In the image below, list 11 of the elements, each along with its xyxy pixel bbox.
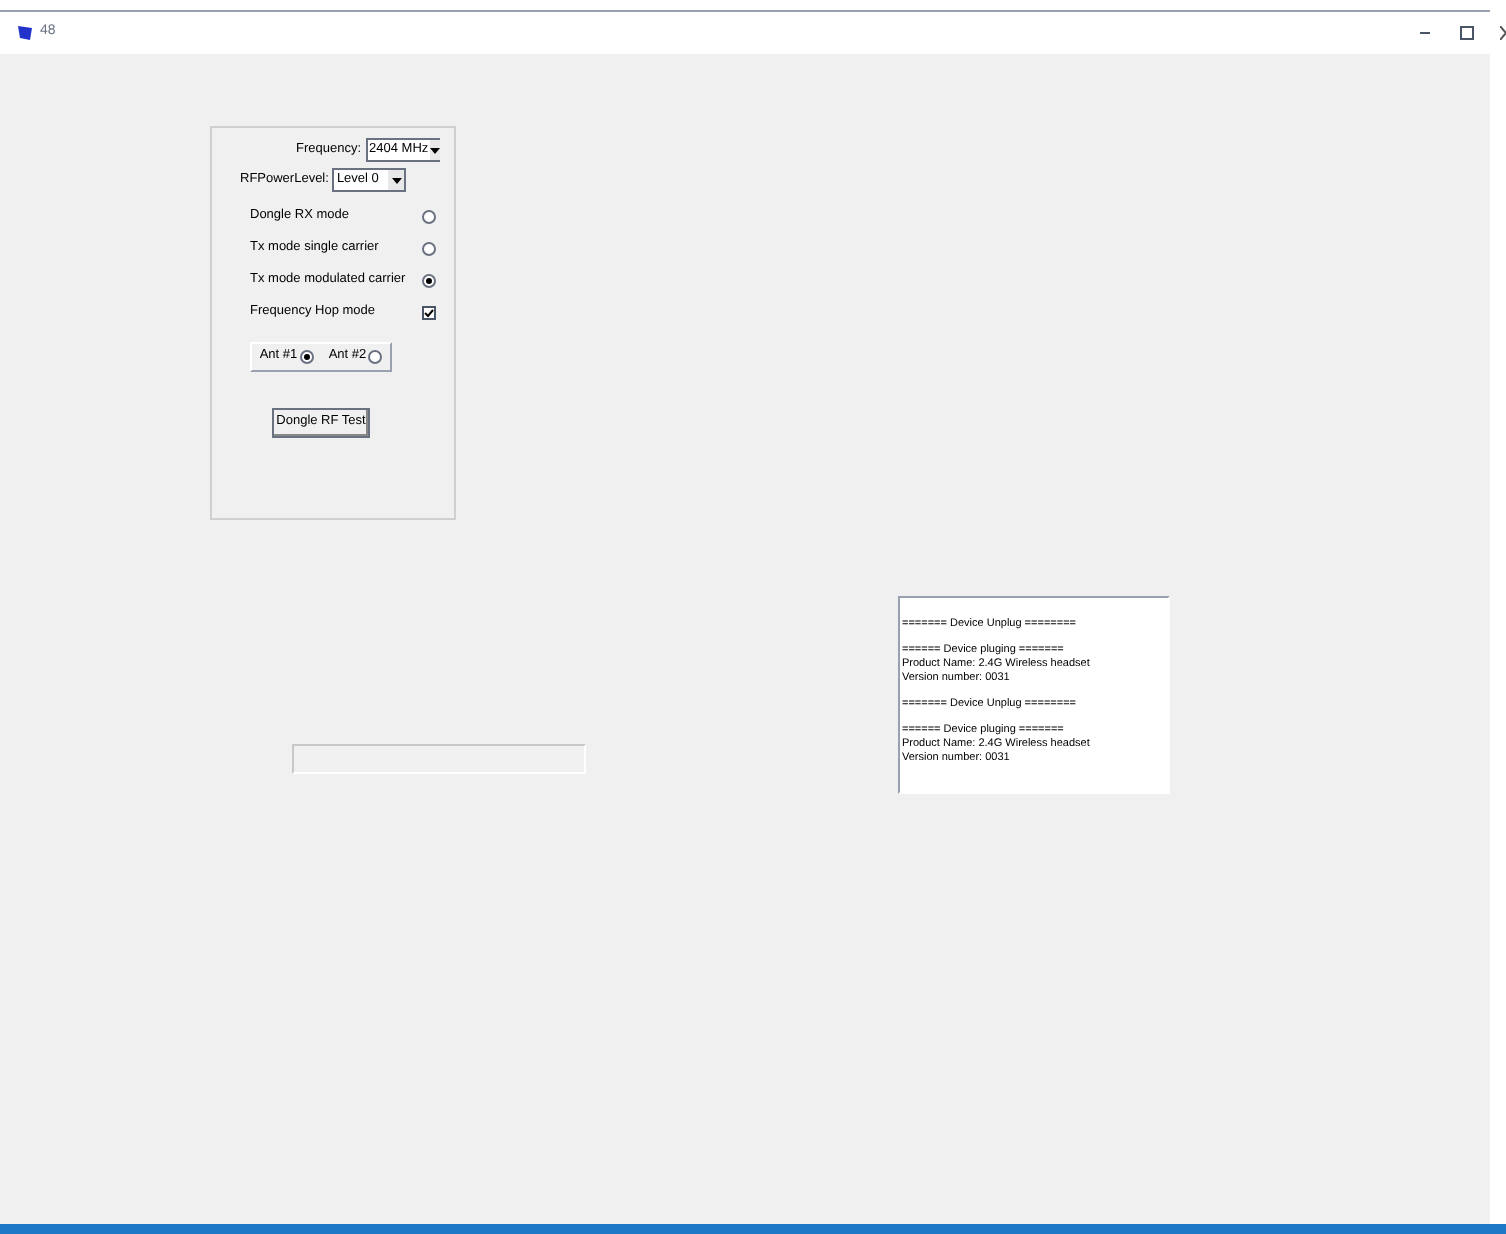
- checkbox[interactable]: [422, 306, 436, 320]
- radio-button[interactable]: [368, 350, 383, 364]
- maximize-icon[interactable]: [1460, 26, 1474, 40]
- caret-icon: [391, 177, 402, 183]
- radio-button[interactable]: [422, 210, 436, 224]
- radio-button[interactable]: [299, 350, 314, 364]
- radio-button[interactable]: [422, 274, 436, 288]
- app-icon: [16, 24, 34, 42]
- caret-icon: [430, 147, 441, 153]
- radio-button[interactable]: [422, 242, 436, 256]
- close-icon[interactable]: [1500, 26, 1506, 40]
